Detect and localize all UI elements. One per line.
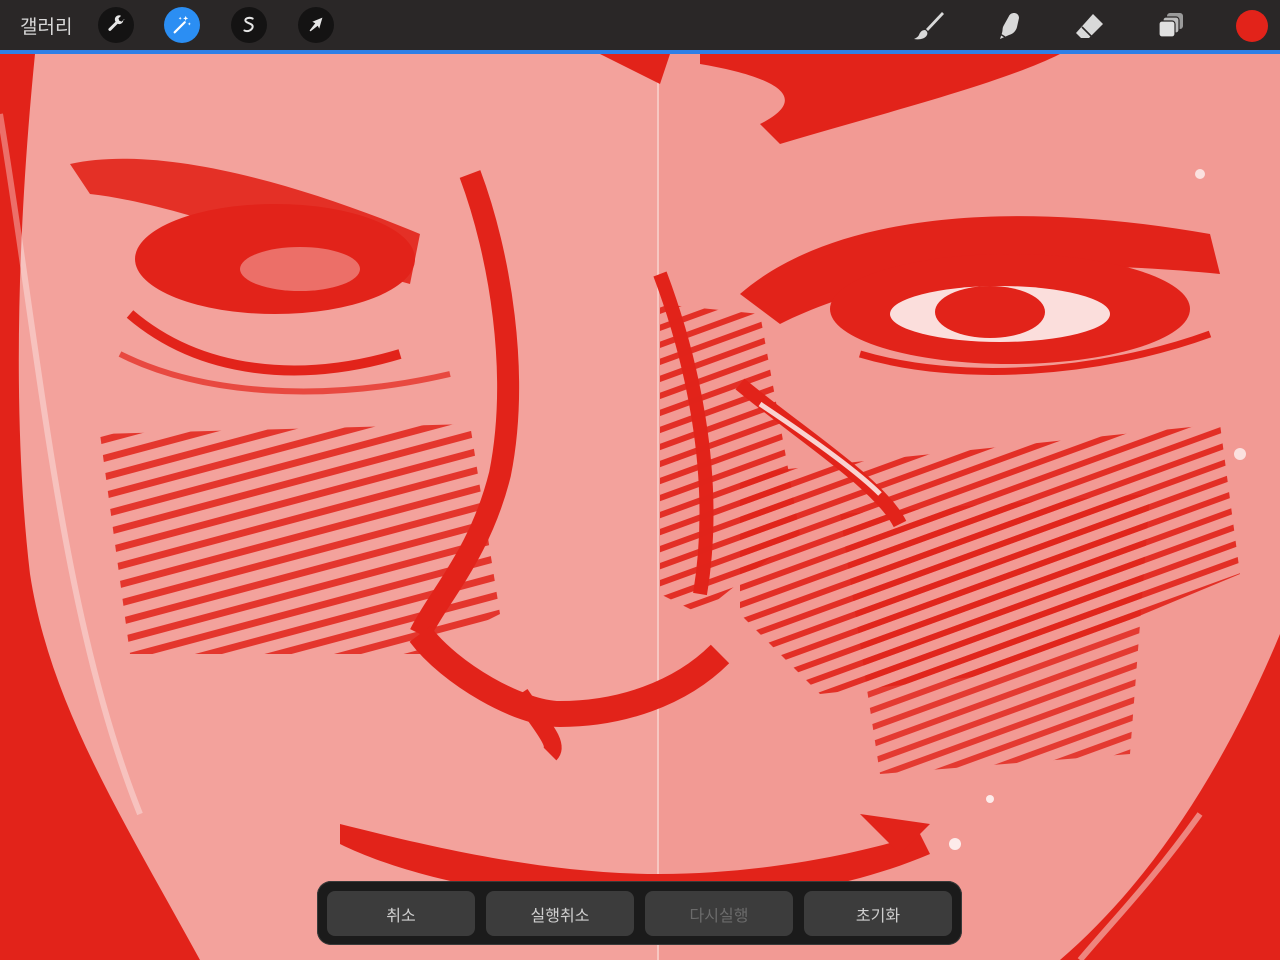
drawing-canvas[interactable]: [0, 54, 1280, 960]
undo-button[interactable]: 실행취소: [486, 891, 634, 936]
selection-s-icon: [243, 16, 254, 33]
adjustments-button[interactable]: [164, 7, 200, 43]
smudge-button[interactable]: [990, 8, 1028, 44]
selection-button[interactable]: [231, 7, 267, 43]
redo-button[interactable]: 다시실행: [645, 891, 793, 936]
top-toolbar: 갤러리: [0, 0, 1280, 50]
arrow-cursor-icon: [309, 17, 323, 32]
eraser-button[interactable]: [1070, 8, 1108, 44]
layers-icon: [1158, 13, 1183, 38]
wrench-icon: [108, 15, 125, 31]
cancel-button[interactable]: 취소: [327, 891, 475, 936]
eraser-icon: [1076, 14, 1103, 38]
brush-button[interactable]: [910, 8, 948, 44]
transform-button[interactable]: [298, 7, 334, 43]
artwork: [0, 54, 1280, 960]
layers-button[interactable]: [1152, 8, 1190, 44]
gallery-button[interactable]: 갤러리: [20, 12, 72, 39]
smudge-finger-icon: [999, 13, 1019, 39]
reset-button[interactable]: 초기화: [804, 891, 952, 936]
magic-wand-icon: [173, 15, 191, 34]
brush-icon: [914, 12, 944, 40]
color-picker-button[interactable]: [1236, 10, 1268, 42]
adjustment-action-bar: 취소 실행취소 다시실행 초기화: [317, 881, 962, 945]
actions-button[interactable]: [98, 7, 134, 43]
